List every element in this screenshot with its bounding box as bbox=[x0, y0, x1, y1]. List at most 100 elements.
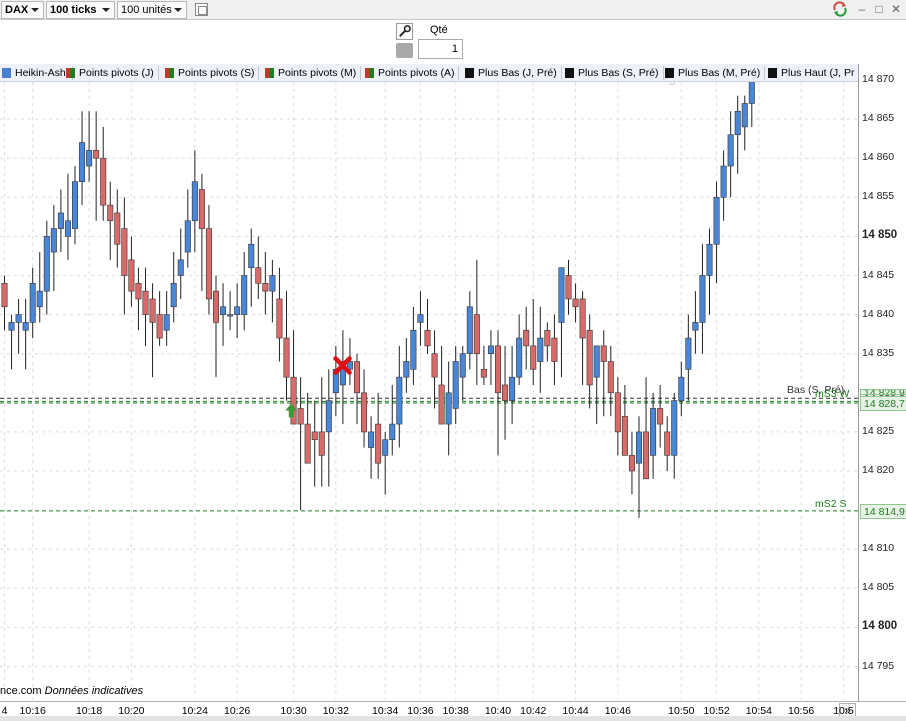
indicator-tab[interactable]: Plus Haut (J, Pr bbox=[766, 66, 858, 80]
source-site: nce.com bbox=[0, 685, 42, 697]
candle bbox=[318, 377, 325, 487]
horizontal-scrollbar[interactable] bbox=[0, 716, 906, 721]
candle bbox=[177, 228, 184, 299]
price-tick-label: 14 865 bbox=[862, 112, 895, 125]
candle bbox=[283, 291, 290, 401]
black-swatch-icon bbox=[565, 68, 574, 78]
price-axis-separator bbox=[858, 64, 859, 701]
candle-body bbox=[86, 150, 93, 167]
candle bbox=[650, 392, 657, 479]
candle bbox=[135, 267, 142, 331]
candle-body bbox=[325, 400, 332, 433]
candle-body bbox=[438, 384, 445, 425]
candle bbox=[389, 384, 396, 456]
candle-body bbox=[424, 329, 431, 347]
candle-body bbox=[142, 290, 149, 315]
candle bbox=[255, 236, 262, 299]
price-tick-label: 14 820 bbox=[862, 464, 895, 476]
candle-body bbox=[191, 181, 198, 222]
candle-body bbox=[1, 283, 8, 308]
price-tick-label: 14 810 bbox=[862, 542, 895, 555]
candle bbox=[248, 228, 255, 307]
indicator-bar: Heikin-Ashi Points pivots (J) Points pivot… bbox=[0, 64, 858, 82]
candle-body bbox=[50, 228, 57, 253]
candle-body bbox=[692, 322, 699, 331]
candle-body bbox=[64, 220, 71, 237]
candle-body bbox=[579, 298, 586, 339]
candle bbox=[269, 259, 276, 323]
price-tick-label: 14 870 bbox=[862, 73, 895, 85]
candle bbox=[170, 252, 177, 323]
candle-body bbox=[149, 298, 156, 323]
candle bbox=[431, 330, 438, 409]
candle-body bbox=[614, 392, 621, 433]
candle-body bbox=[706, 243, 713, 276]
candle-body bbox=[269, 275, 276, 292]
candle bbox=[368, 416, 375, 479]
candle-body bbox=[304, 423, 311, 464]
candle bbox=[50, 205, 57, 292]
data-source-note: nce.com Données indicatives bbox=[0, 685, 143, 697]
candle bbox=[628, 431, 635, 495]
candle bbox=[15, 298, 22, 354]
candle-body bbox=[114, 212, 121, 245]
price-tick-label: 14 845 bbox=[862, 268, 895, 281]
candle bbox=[685, 314, 692, 401]
price-level-name: mS2 S bbox=[815, 497, 847, 510]
candle bbox=[530, 298, 537, 385]
candle-body bbox=[276, 298, 283, 339]
price-tick-label: 14 800 bbox=[862, 620, 898, 633]
black-swatch-icon bbox=[465, 68, 474, 78]
candle bbox=[8, 314, 15, 370]
candle-body bbox=[741, 103, 748, 128]
candle bbox=[586, 314, 593, 409]
candles bbox=[1, 72, 755, 518]
candle bbox=[142, 267, 149, 346]
candle-body bbox=[311, 431, 318, 441]
indicator-tab[interactable]: Points pivots (M) bbox=[263, 66, 362, 80]
candle-body bbox=[544, 329, 551, 347]
candle-body bbox=[699, 275, 706, 323]
red-green-swatch-icon bbox=[165, 68, 174, 78]
candle-body bbox=[734, 110, 741, 136]
price-tick-label: 14 795 bbox=[862, 659, 895, 672]
candle-body bbox=[480, 369, 487, 378]
candle bbox=[353, 353, 360, 425]
candle-body bbox=[184, 220, 191, 253]
candle-body bbox=[389, 423, 396, 441]
candle-body bbox=[318, 431, 325, 456]
candle-body bbox=[565, 275, 572, 300]
candle bbox=[537, 306, 544, 393]
indicator-tab[interactable]: Plus Bas (M, Pré) bbox=[663, 66, 766, 80]
indicator-tab[interactable]: Points pivots (S) bbox=[163, 66, 260, 80]
candle bbox=[438, 345, 445, 425]
candle-body bbox=[452, 361, 459, 409]
indicator-tab[interactable]: Plus Bas (S, Pré) bbox=[563, 66, 664, 80]
candle bbox=[487, 330, 494, 385]
indicator-tab[interactable]: Heikin-Ashi bbox=[0, 66, 74, 80]
candle bbox=[64, 173, 71, 260]
price-level-tag: 14 828,7 bbox=[860, 395, 906, 411]
candle bbox=[671, 392, 678, 479]
candle-body bbox=[657, 408, 664, 425]
candle-body bbox=[198, 189, 205, 229]
candle bbox=[79, 111, 86, 206]
candle bbox=[375, 392, 382, 479]
price-tick-label: 14 835 bbox=[862, 346, 895, 359]
indicator-tab[interactable]: Plus Bas (J, Pré) bbox=[463, 66, 562, 80]
candle bbox=[614, 377, 621, 456]
candle bbox=[22, 298, 29, 370]
candle bbox=[502, 345, 509, 440]
candle-body bbox=[530, 345, 537, 370]
red-green-swatch-icon bbox=[66, 68, 75, 78]
candle-body bbox=[100, 157, 107, 206]
candle-body bbox=[621, 415, 628, 456]
indicator-tab[interactable]: Points pivots (A) bbox=[363, 66, 460, 80]
candle-body bbox=[671, 400, 678, 456]
candle-body bbox=[57, 212, 64, 229]
candle-body bbox=[502, 384, 509, 401]
candle bbox=[403, 338, 410, 393]
price-chart[interactable] bbox=[0, 0, 906, 721]
candle bbox=[494, 330, 501, 456]
indicator-tab[interactable]: Points pivots (J) bbox=[64, 66, 159, 80]
